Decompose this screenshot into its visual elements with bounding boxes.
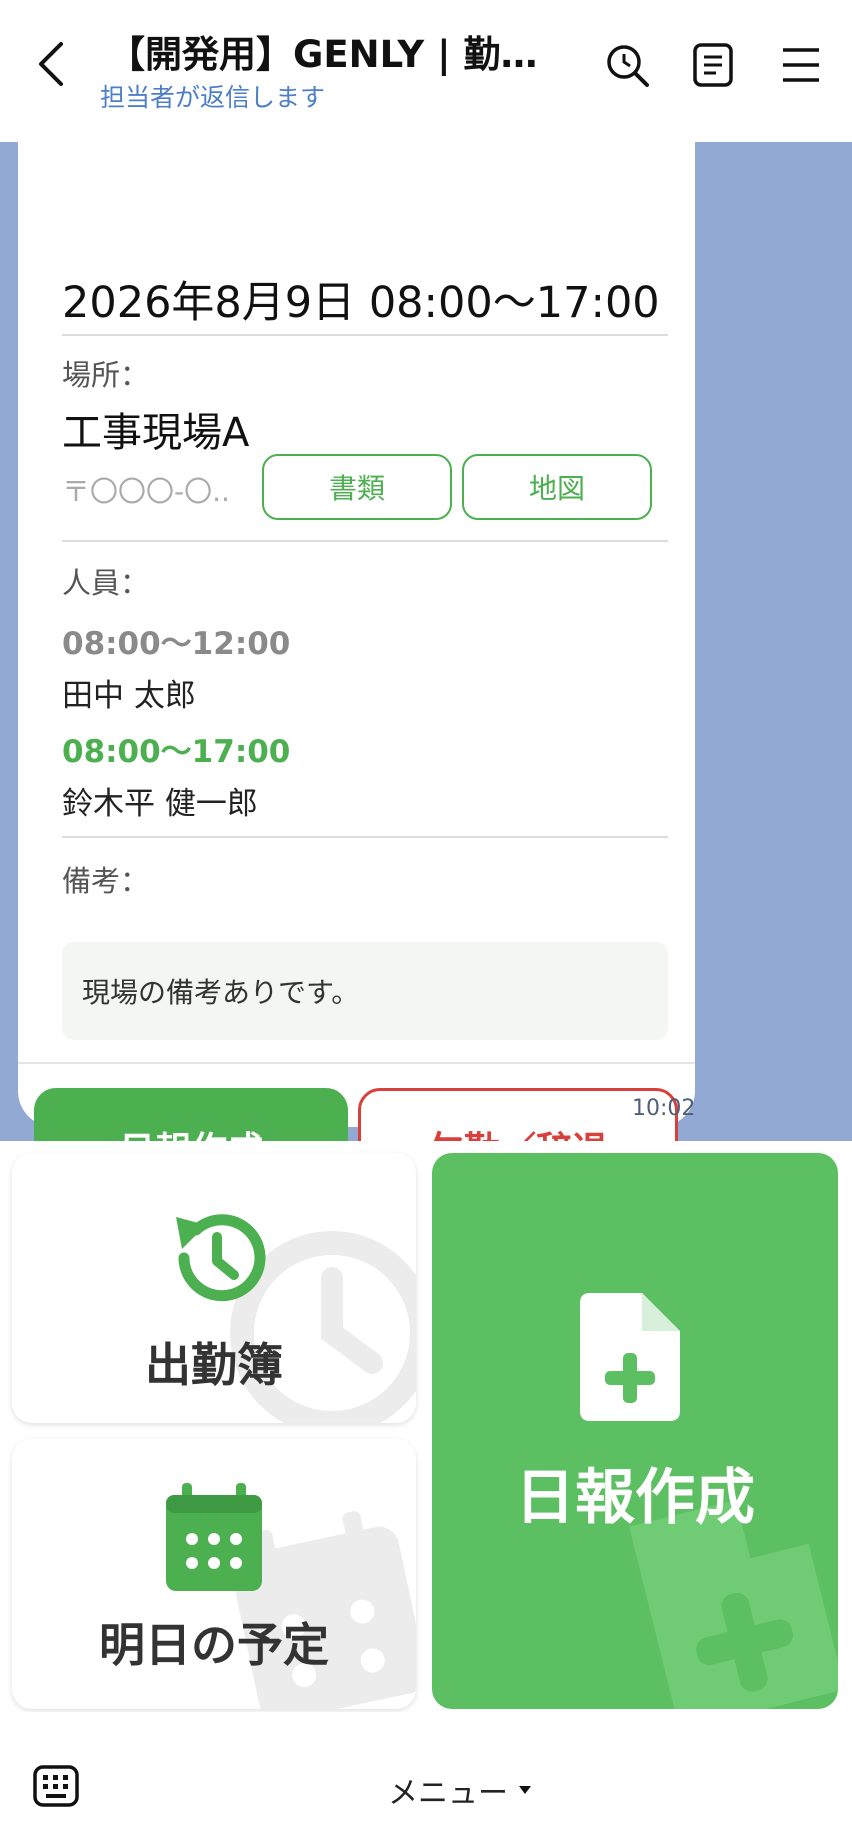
caret-down-icon [519,1786,531,1794]
shift-card: 2026年8月9日 08:00〜17:00 場所： 工事現場A 〒〇〇〇-〇..… [18,142,695,1141]
staff-time: 08:00〜12:00 [62,626,291,662]
create-report-button[interactable]: 日報作成 [34,1088,348,1141]
attendance-tile[interactable]: 出勤簿 [12,1153,416,1423]
staff-label: 人員： [62,566,150,600]
hamburger-icon [783,48,819,82]
divider [62,836,668,838]
divider [18,1062,695,1064]
documents-button[interactable]: 書類 [262,454,452,520]
location-label: 場所： [62,358,150,392]
chat-title: 【開発用】GENLY | 勤怠... [108,33,548,76]
chat-subtitle: 担当者が返信します [100,83,326,112]
absence-decline-button[interactable]: 欠勤／辞退 [358,1088,678,1141]
chevron-left-icon [39,42,63,86]
staff-name: 田中 太郎 [62,678,196,714]
tomorrow-schedule-tile[interactable]: 明日の予定 [12,1439,416,1709]
attendance-label: 出勤簿 [145,1338,283,1392]
back-button[interactable] [28,34,72,94]
history-icon [176,1214,266,1302]
address-text: 〒〇〇〇-〇... [62,475,232,508]
staff-time: 08:00〜17:00 [62,734,291,770]
keyboard-icon[interactable] [32,1764,80,1808]
menu-button[interactable] [774,38,828,92]
search-button[interactable] [600,38,654,92]
rich-menu-toggle[interactable]: メニュー [388,1768,532,1812]
menu-toggle-label: メニュー [388,1776,508,1811]
chat-area[interactable]: 2026年8月9日 08:00〜17:00 場所： 工事現場A 〒〇〇〇-〇..… [0,142,852,1141]
staff-name: 鈴木平 健一郎 [62,786,258,822]
note-icon [693,43,733,87]
daily-report-label: 日報作成 [515,1463,755,1533]
map-button[interactable]: 地図 [462,454,652,520]
notes-label: 備考： [62,864,150,898]
divider [62,540,668,542]
notes-button[interactable] [686,38,740,92]
calendar-icon [166,1483,262,1591]
divider [62,334,668,336]
notes-box: 現場の備考ありです。 [62,942,668,1040]
notes-text: 現場の備考ありです。 [82,976,360,1009]
location-name: 工事現場A [62,410,250,456]
shift-date: 2026年8月9日 08:00〜17:00 [62,278,660,328]
file-plus-icon [580,1293,680,1421]
rich-menu: 出勤簿 明日の予定 日報作成 [0,1141,852,1712]
daily-report-tile[interactable]: 日報作成 [432,1153,838,1709]
bottom-bar: メニュー [0,1712,852,1847]
chat-header: 【開発用】GENLY | 勤怠... 担当者が返信します [0,0,852,142]
tomorrow-schedule-label: 明日の予定 [99,1618,329,1672]
search-icon [607,45,649,87]
message-timestamp: 10:02 [632,1096,696,1121]
